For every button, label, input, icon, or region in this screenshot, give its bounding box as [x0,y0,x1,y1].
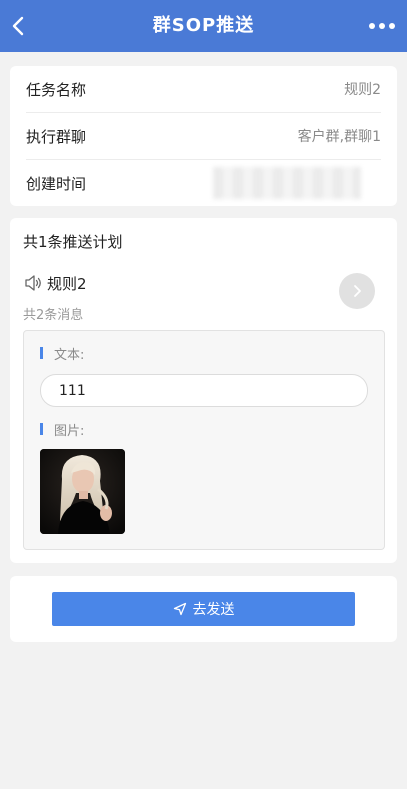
text-message-content: 111 [40,374,368,407]
send-button-label: 去发送 [192,602,235,618]
page-title: 群SOP推送 [152,15,255,36]
text-section-label: 文本: [40,345,85,363]
push-plan-card: 共1条推送计划 规则2 共2条消息 文本: 111 图片: [10,218,397,563]
group-chat-label: 执行群聊 [26,127,87,146]
chevron-right-icon [354,285,361,297]
rule-row: 规则2 [23,272,87,294]
text-label: 文本: [54,347,85,363]
next-arrow-button[interactable] [339,273,375,309]
more-horizontal-icon [369,23,395,29]
group-chat-row: 执行群聊 客户群,群聊1 [26,113,381,159]
redacted-timestamp [213,167,361,199]
portrait-image [40,449,125,534]
task-name-label: 任务名称 [26,80,87,99]
text-message-value: 111 [59,382,86,399]
send-icon [173,602,186,616]
rule-name: 规则2 [47,274,87,293]
app-header: 群SOP推送 [0,0,407,52]
image-section-label: 图片: [40,421,85,439]
speaker-icon [25,275,41,291]
task-name-value: 规则2 [344,82,381,98]
send-card: 去发送 [10,576,397,642]
created-time-row: 创建时间 [26,160,381,206]
send-button[interactable]: 去发送 [52,592,355,626]
more-button[interactable] [367,14,397,38]
group-chat-value: 客户群,群聊1 [297,129,381,145]
message-list-box: 文本: 111 图片: [23,330,385,550]
created-time-label: 创建时间 [26,174,87,193]
section-marker [40,423,43,435]
plan-count-title: 共1条推送计划 [23,233,123,251]
task-name-row: 任务名称 规则2 [26,66,381,112]
image-thumbnail[interactable] [40,449,125,534]
image-label: 图片: [54,423,85,439]
task-info-card: 任务名称 规则2 执行群聊 客户群,群聊1 创建时间 [10,66,397,206]
section-marker [40,347,43,359]
message-count: 共2条消息 [23,308,84,323]
